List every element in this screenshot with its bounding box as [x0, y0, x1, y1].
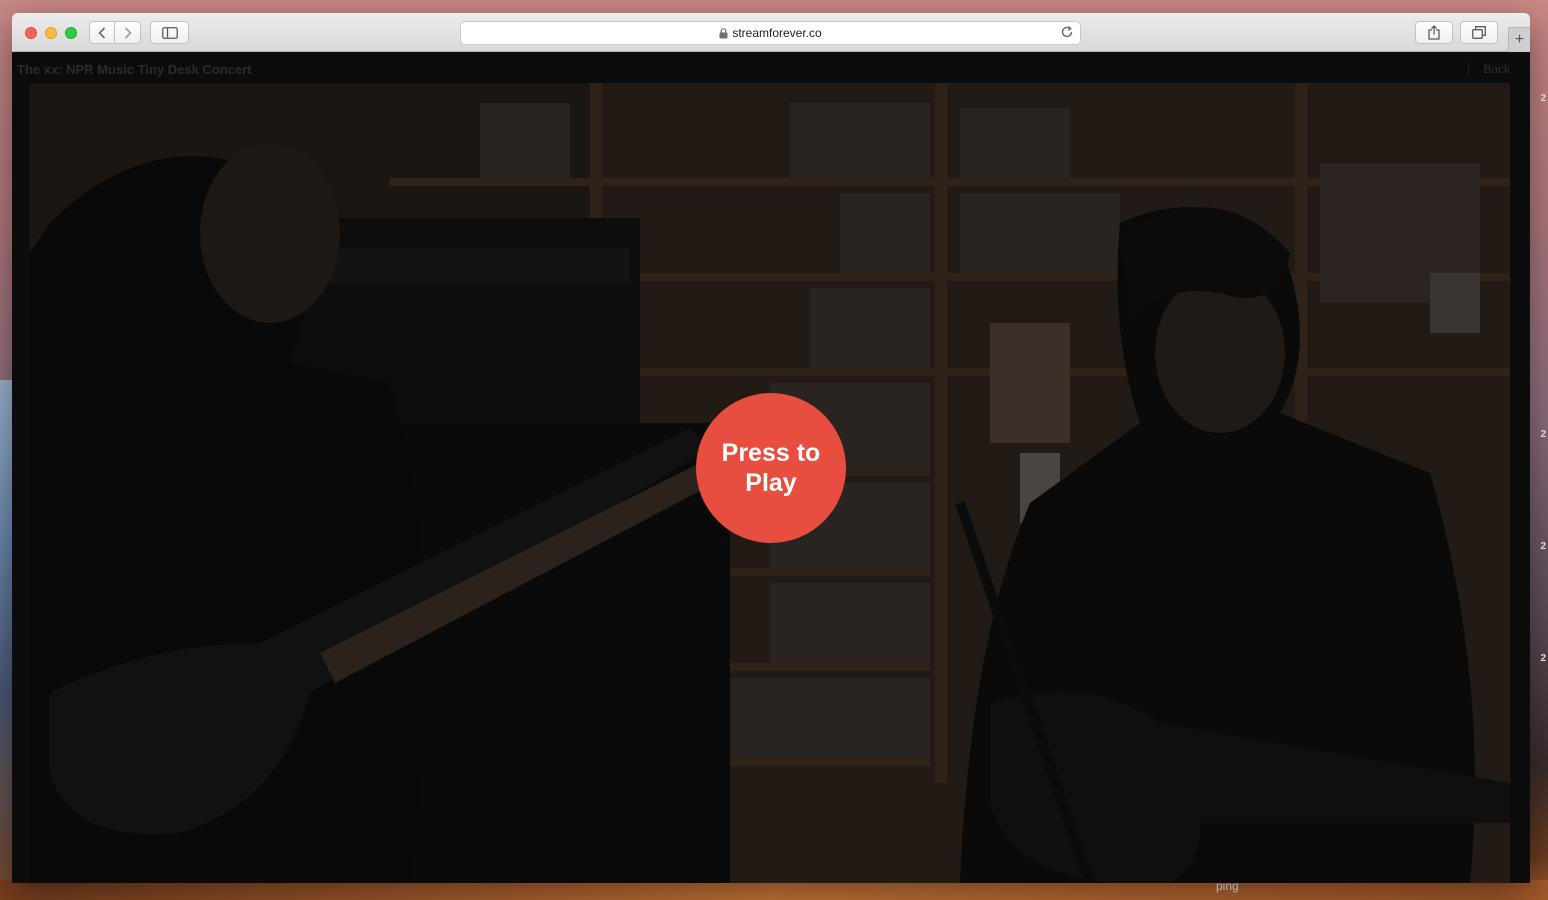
play-button-label: Press to Play — [721, 439, 821, 497]
page-content: The xx: NPR Music Tiny Desk Concert Back — [12, 53, 1530, 883]
sidebar-toggle-button[interactable] — [150, 21, 189, 44]
history-navigation — [89, 21, 141, 44]
tabs-overview-icon — [1472, 26, 1486, 39]
edge-label: 2 — [1540, 653, 1546, 664]
minimize-window-button[interactable] — [45, 27, 57, 39]
zoom-window-button[interactable] — [65, 27, 77, 39]
new-tab-button[interactable]: + — [1508, 27, 1530, 52]
share-button[interactable] — [1415, 21, 1453, 44]
url-text: streamforever.co — [732, 26, 822, 40]
forward-button[interactable] — [115, 21, 141, 44]
back-button[interactable] — [89, 21, 115, 44]
edge-label: 2 — [1540, 541, 1546, 552]
sidebar-icon — [161, 26, 178, 39]
edge-label: 2 — [1540, 93, 1546, 104]
show-tabs-button[interactable] — [1460, 21, 1498, 44]
desktop-edge-labels: 2 2 2 2 — [1530, 0, 1548, 900]
desktop-wallpaper-bottom — [0, 880, 1548, 900]
lock-icon — [719, 27, 728, 38]
plus-icon: + — [1514, 31, 1525, 48]
edge-label: 2 — [1540, 429, 1546, 440]
close-window-button[interactable] — [25, 27, 37, 39]
address-bar[interactable]: streamforever.co — [460, 21, 1081, 45]
share-icon — [1428, 25, 1440, 40]
press-to-play-button[interactable]: Press to Play — [696, 393, 846, 543]
browser-toolbar: streamforever.co + — [12, 13, 1530, 52]
reload-button[interactable] — [1060, 25, 1074, 42]
chevron-right-icon — [124, 26, 132, 39]
chevron-left-icon — [98, 26, 106, 39]
reload-icon — [1061, 25, 1073, 38]
window-controls — [25, 27, 77, 39]
browser-window: streamforever.co + The xx: NPR Music Tin… — [12, 13, 1530, 883]
